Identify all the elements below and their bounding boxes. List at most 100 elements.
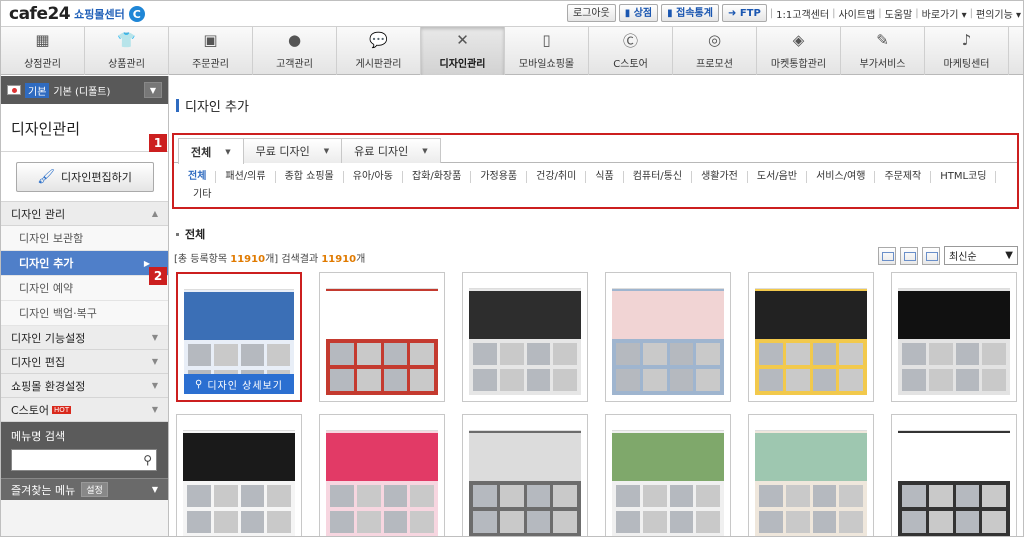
category-item[interactable]: 주문제작 [875,171,932,183]
sort-select[interactable]: 최신순 ▼ [944,246,1018,265]
chevron-down-icon[interactable]: ▼ [152,485,158,494]
nav-item-label: 상점관리 [24,59,61,70]
category-item[interactable]: 생활가전 [692,171,748,183]
section-label: 쇼핑몰 환경설정 [11,379,86,393]
speech-icon: 💬 [369,31,388,49]
brush-icon: 🖌 [37,168,55,185]
design-thumbnail[interactable] [319,414,445,536]
shortcut-menu[interactable]: 바로가기 ▾ [922,6,967,21]
store-button[interactable]: ▮ 상점 [618,4,659,22]
nav-item-6[interactable]: ▯ 모바일쇼핑몰 [505,27,589,75]
count-suffix: 개 [356,254,366,265]
category-item[interactable]: 잡화/화장품 [403,171,472,183]
chevron-down-icon: ▼ [151,381,158,390]
sitemap-link[interactable]: 사이트맵 [838,6,875,21]
favorites-setting-button[interactable]: 설정 [81,482,108,497]
category-item[interactable]: HTML코딩 [931,171,997,183]
design-thumbnail[interactable] [462,272,588,402]
customer-center-link[interactable]: 1:1고객센터 [776,6,829,21]
filter-box: 전체 ▼ 무료 디자인 ▼ 유료 디자인 ▼ 전체 패션/의류 종합 쇼핑몰 유아/아동 잡화… [172,133,1019,209]
count-prefix: [총 등록항목 [174,254,231,265]
category-item[interactable]: 식품 [586,171,624,183]
design-thumbnail[interactable] [748,414,874,536]
tab-label: 유료 디자인 [354,145,409,158]
section-design-settings[interactable]: 디자인 기능설정 ▼ [1,326,168,350]
nav-item-9[interactable]: ◈ 마켓통합관리 [757,27,841,75]
menu-search-input[interactable] [12,450,132,470]
hot-badge: HOT [52,405,72,414]
sidebar-item-design-backup[interactable]: 디자인 백업·복구 [1,301,168,326]
design-thumbnail[interactable] [891,414,1017,536]
category-item[interactable]: 건강/취미 [527,171,587,183]
design-preview-image [898,421,1010,536]
nav-item-label: 마케팅센터 [943,59,990,70]
logout-button[interactable]: 로그아웃 [566,4,616,22]
design-thumbnail[interactable] [748,272,874,402]
help-link[interactable]: 도움말 [885,6,913,21]
nav-item-3[interactable]: ● 고객관리 [253,27,337,75]
chevron-down-icon[interactable]: ▼ [144,82,162,98]
nav-item-8[interactable]: ◎ 프로모션 [673,27,757,75]
nav-item-11[interactable]: ♪ 마케팅센터 [925,27,1009,75]
left-sidebar: 기본 기본 (디폴트) ▼ 디자인관리 🖌 디자인편집하기 디자인 관리 ▲ 디… [1,76,169,536]
cafe24-logo[interactable]: cafe24 쇼핑몰센터 C [9,4,145,24]
category-item[interactable]: 서비스/여행 [807,171,876,183]
category-item[interactable]: 기타 [184,189,220,201]
category-item[interactable]: 가정용품 [471,171,528,183]
nav-item-label: 부가서비스 [859,59,906,70]
design-thumbnail[interactable] [605,272,731,402]
category-item[interactable]: 유아/아동 [344,171,403,183]
category-item[interactable]: 종합 쇼핑몰 [276,171,344,183]
design-thumbnail[interactable]: ⚲ 디자인 상세보기 [176,272,302,402]
tab-paid-design[interactable]: 유료 디자인 ▼ [341,138,441,163]
logo-subtitle: 쇼핑몰센터 [74,8,125,21]
section-label: 디자인 관리 [11,207,66,221]
design-edit-button[interactable]: 🖌 디자인편집하기 [15,161,154,192]
count-result: 11910 [321,254,357,265]
large-view-icon[interactable] [922,246,940,265]
tab-free-design[interactable]: 무료 디자인 ▼ [242,138,343,163]
sidebar-item-design-storage[interactable]: 디자인 보관함 [1,226,168,251]
stats-button[interactable]: ▮ 접속통계 [661,4,719,22]
design-thumbnail[interactable] [176,414,302,536]
nav-item-1[interactable]: 👕 상품관리 [85,27,169,75]
nav-item-7[interactable]: Ⓒ C스토어 [589,27,673,75]
section-cstore[interactable]: C스토어 HOT ▼ [1,398,168,422]
category-item[interactable]: 도서/음반 [748,171,808,183]
design-detail-button[interactable]: ⚲ 디자인 상세보기 [184,374,294,394]
search-icon[interactable]: ⚲ [143,453,152,467]
list-title: 전체 [176,226,205,242]
list-view-icon[interactable] [900,246,918,265]
grid-view-icon[interactable] [878,246,896,265]
section-design-manage[interactable]: 디자인 관리 ▲ [1,202,168,226]
shop-selector[interactable]: 기본 기본 (디폴트) ▼ [1,76,168,104]
design-thumbnail[interactable] [462,414,588,536]
nav-item-2[interactable]: ▣ 주문관리 [169,27,253,75]
count-mid: 개] 검색결과 [265,254,322,265]
section-shop-env[interactable]: 쇼핑몰 환경설정 ▼ [1,374,168,398]
convenience-menu[interactable]: 편의기능 ▾ [976,6,1021,21]
nav-item-4[interactable]: 💬 게시판관리 [337,27,421,75]
tab-all[interactable]: 전체 ▼ [178,138,244,164]
sidebar-item-design-reserve[interactable]: 디자인 예약 [1,276,168,301]
section-design-edit[interactable]: 디자인 편집 ▼ [1,350,168,374]
design-edit-label: 디자인편집하기 [60,170,132,184]
section-label: 디자인 기능설정 [11,331,86,345]
nav-item-10[interactable]: ✎ 부가서비스 [841,27,925,75]
nav-item-label: 게시판관리 [355,59,402,70]
sidebar-item-label: 디자인 예약 [19,282,74,295]
design-thumbnail[interactable] [891,272,1017,402]
category-item[interactable]: 컴퓨터/통신 [624,171,693,183]
nav-item-5[interactable]: ✕ 디자인관리 [421,27,505,75]
design-thumbnail[interactable] [319,272,445,402]
sidebar-item-design-add[interactable]: 디자인 추가 ▶ [1,251,168,276]
design-thumbnail[interactable] [605,414,731,536]
top-utility-bar: cafe24 쇼핑몰센터 C 로그아웃 ▮ 상점 ▮ 접속통계 ➜ FTP | … [1,1,1023,27]
category-item[interactable]: 전체 [184,171,217,183]
category-item[interactable]: 패션/의류 [216,171,276,183]
nav-item-0[interactable]: ▦ 상점관리 [1,27,85,75]
ftp-label: FTP [739,8,761,19]
mobile-icon: ▯ [542,31,551,49]
nav-item-label: 고객관리 [276,59,313,70]
ftp-button[interactable]: ➜ FTP [721,4,767,22]
